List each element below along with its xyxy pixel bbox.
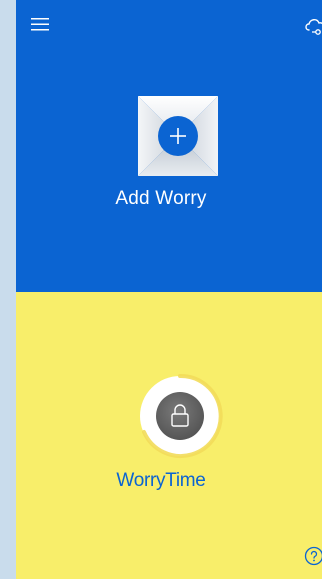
- question-mark-icon[interactable]: [304, 546, 322, 566]
- add-worry-panel[interactable]: Add Worry: [16, 0, 322, 292]
- add-worry-label: Add Worry: [115, 188, 207, 209]
- app-screen: Add Worry WorryTime: [16, 0, 322, 579]
- add-worry-button[interactable]: [138, 96, 218, 176]
- worrytime-button[interactable]: [136, 372, 224, 460]
- cloud-sync-icon[interactable]: [304, 16, 322, 38]
- hamburger-menu-icon[interactable]: [31, 16, 49, 32]
- worrytime-label: WorryTime: [116, 470, 206, 491]
